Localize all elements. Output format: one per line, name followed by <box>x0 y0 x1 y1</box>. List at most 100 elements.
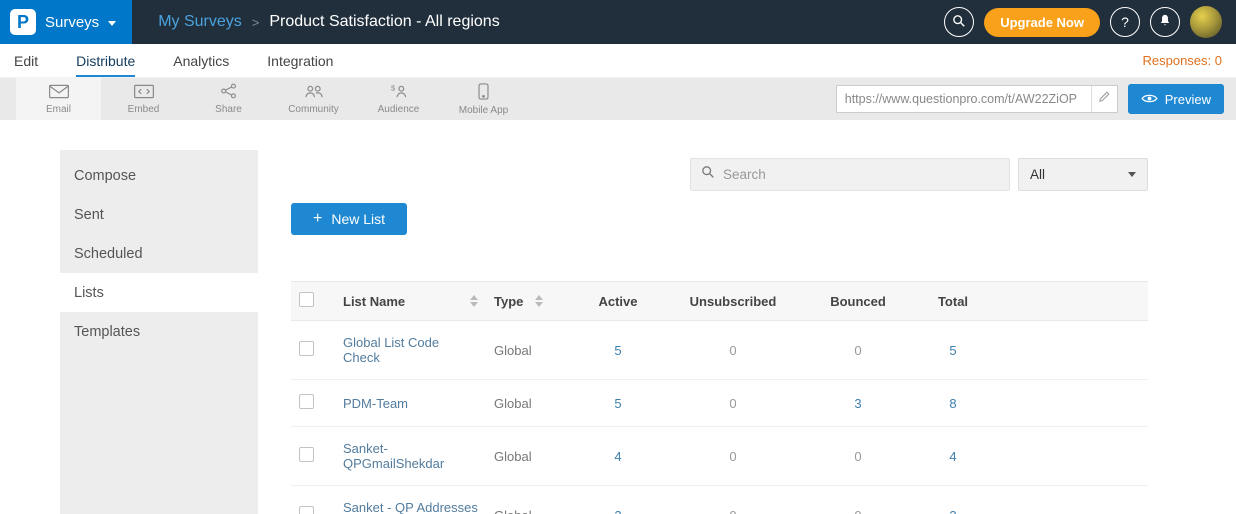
new-list-button-label: New List <box>331 211 385 227</box>
sidebar-item-templates[interactable]: Templates <box>60 312 258 351</box>
toolbar-item-label: Embed <box>128 104 160 115</box>
row-checkbox[interactable] <box>299 341 314 356</box>
toolbar-right: Preview <box>836 78 1236 120</box>
active-count-link[interactable]: 5 <box>614 343 621 358</box>
select-all-cell <box>291 282 335 321</box>
product-menu[interactable]: P Surveys <box>0 0 132 44</box>
product-menu-label: Surveys <box>45 14 99 31</box>
active-count-link[interactable]: 2 <box>614 508 621 514</box>
survey-url-box <box>836 85 1118 113</box>
bounced-count-link[interactable]: 0 <box>854 343 861 358</box>
eye-icon <box>1141 92 1158 107</box>
table-row[interactable]: Sanket-QPGmailShekdar Global 4 0 0 4 <box>291 427 1148 486</box>
list-name-link[interactable]: Sanket - QP Addresses Only <box>343 500 478 514</box>
total-count-link[interactable]: 2 <box>949 508 956 514</box>
toolbar-item-label: Community <box>288 104 339 115</box>
toolbar-item-share[interactable]: Share <box>186 78 271 120</box>
search-icon <box>701 165 715 184</box>
page-title: Product Satisfaction - All regions <box>269 13 499 31</box>
tab-distribute[interactable]: Distribute <box>76 44 135 77</box>
questionpro-logo: P <box>10 9 36 35</box>
unsubscribed-count-link[interactable]: 0 <box>729 396 736 411</box>
sidebar-item-scheduled[interactable]: Scheduled <box>60 234 258 273</box>
header-label: Type <box>494 294 523 309</box>
toolbar-item-label: Mobile App <box>459 105 508 116</box>
toolbar-item-community[interactable]: Community <box>271 78 356 120</box>
search-button[interactable] <box>944 7 974 37</box>
search-input[interactable] <box>723 167 999 182</box>
survey-nav: Edit Distribute Analytics Integration Re… <box>0 44 1236 78</box>
header-type[interactable]: Type <box>486 282 578 321</box>
notifications-button[interactable] <box>1150 7 1180 37</box>
total-count-link[interactable]: 8 <box>949 396 956 411</box>
row-spacer <box>998 321 1148 380</box>
breadcrumb: My Surveys > Product Satisfaction - All … <box>158 13 500 31</box>
list-type-cell: Global <box>486 486 578 514</box>
email-icon <box>48 84 70 102</box>
tab-analytics[interactable]: Analytics <box>173 44 229 77</box>
list-type-cell: Global <box>486 321 578 380</box>
select-all-checkbox[interactable] <box>299 292 314 307</box>
bounced-count-link[interactable]: 0 <box>854 508 861 514</box>
total-count-link[interactable]: 4 <box>949 449 956 464</box>
sidebar-item-lists[interactable]: Lists <box>60 273 258 312</box>
header-list-name[interactable]: List Name <box>335 282 486 321</box>
sort-icon[interactable] <box>470 295 478 307</box>
audience-icon: $ <box>388 84 410 102</box>
sidebar-item-sent[interactable]: Sent <box>60 195 258 234</box>
tab-edit[interactable]: Edit <box>14 44 38 77</box>
header-active: Active <box>578 282 658 321</box>
table-row[interactable]: PDM-Team Global 5 0 3 8 <box>291 380 1148 427</box>
row-select-cell <box>291 380 335 427</box>
toolbar-item-embed[interactable]: Embed <box>101 78 186 120</box>
list-name-link[interactable]: Global List Code Check <box>343 335 439 365</box>
header-total: Total <box>908 282 998 321</box>
breadcrumb-parent-link[interactable]: My Surveys <box>158 13 242 31</box>
question-mark-icon: ? <box>1121 14 1129 30</box>
help-button[interactable]: ? <box>1110 7 1140 37</box>
upgrade-now-button[interactable]: Upgrade Now <box>984 8 1100 37</box>
table-row[interactable]: Sanket - QP Addresses Only Global 2 0 0 … <box>291 486 1148 514</box>
unsubscribed-count-link[interactable]: 0 <box>729 508 736 514</box>
active-count-link[interactable]: 5 <box>614 396 621 411</box>
list-name-link[interactable]: Sanket-QPGmailShekdar <box>343 441 444 471</box>
mobile-app-icon <box>478 83 489 103</box>
edit-url-button[interactable] <box>1091 86 1117 112</box>
active-count-link[interactable]: 4 <box>614 449 621 464</box>
sort-icon[interactable] <box>535 295 543 307</box>
row-checkbox[interactable] <box>299 506 314 514</box>
unsubscribed-count-link[interactable]: 0 <box>729 449 736 464</box>
row-checkbox[interactable] <box>299 394 314 409</box>
new-list-button[interactable]: + New List <box>291 203 407 235</box>
row-select-cell <box>291 427 335 486</box>
unsubscribed-count-link[interactable]: 0 <box>729 343 736 358</box>
svg-text:$: $ <box>391 84 396 93</box>
avatar[interactable] <box>1190 6 1222 38</box>
tab-integration[interactable]: Integration <box>267 44 333 77</box>
row-select-cell <box>291 486 335 514</box>
sidebar-item-compose[interactable]: Compose <box>60 156 258 195</box>
pencil-icon <box>1098 90 1111 108</box>
toolbar-item-audience[interactable]: $ Audience <box>356 78 441 120</box>
total-count-link[interactable]: 5 <box>949 343 956 358</box>
header-spacer <box>998 282 1148 321</box>
embed-icon <box>133 84 155 102</box>
bell-icon <box>1158 13 1172 31</box>
bounced-count-link[interactable]: 3 <box>854 396 861 411</box>
row-checkbox[interactable] <box>299 447 314 462</box>
table-row[interactable]: Global List Code Check Global 5 0 0 5 <box>291 321 1148 380</box>
content-area: Compose Sent Scheduled Lists Templates A… <box>60 150 1236 514</box>
chevron-down-icon <box>1128 172 1136 177</box>
lists-table: List Name Type Active Unsubscribed Bounc… <box>291 281 1148 514</box>
list-controls: All <box>291 158 1148 191</box>
preview-button[interactable]: Preview <box>1128 84 1224 114</box>
toolbar-item-email[interactable]: Email <box>16 78 101 120</box>
responses-count[interactable]: Responses: 0 <box>1143 53 1223 68</box>
toolbar-item-mobile-app[interactable]: Mobile App <box>441 78 526 120</box>
bounced-count-link[interactable]: 0 <box>854 449 861 464</box>
row-spacer <box>998 486 1148 514</box>
row-spacer <box>998 427 1148 486</box>
list-name-link[interactable]: PDM-Team <box>343 396 408 411</box>
survey-url-input[interactable] <box>837 92 1091 106</box>
list-filter-dropdown[interactable]: All <box>1018 158 1148 191</box>
